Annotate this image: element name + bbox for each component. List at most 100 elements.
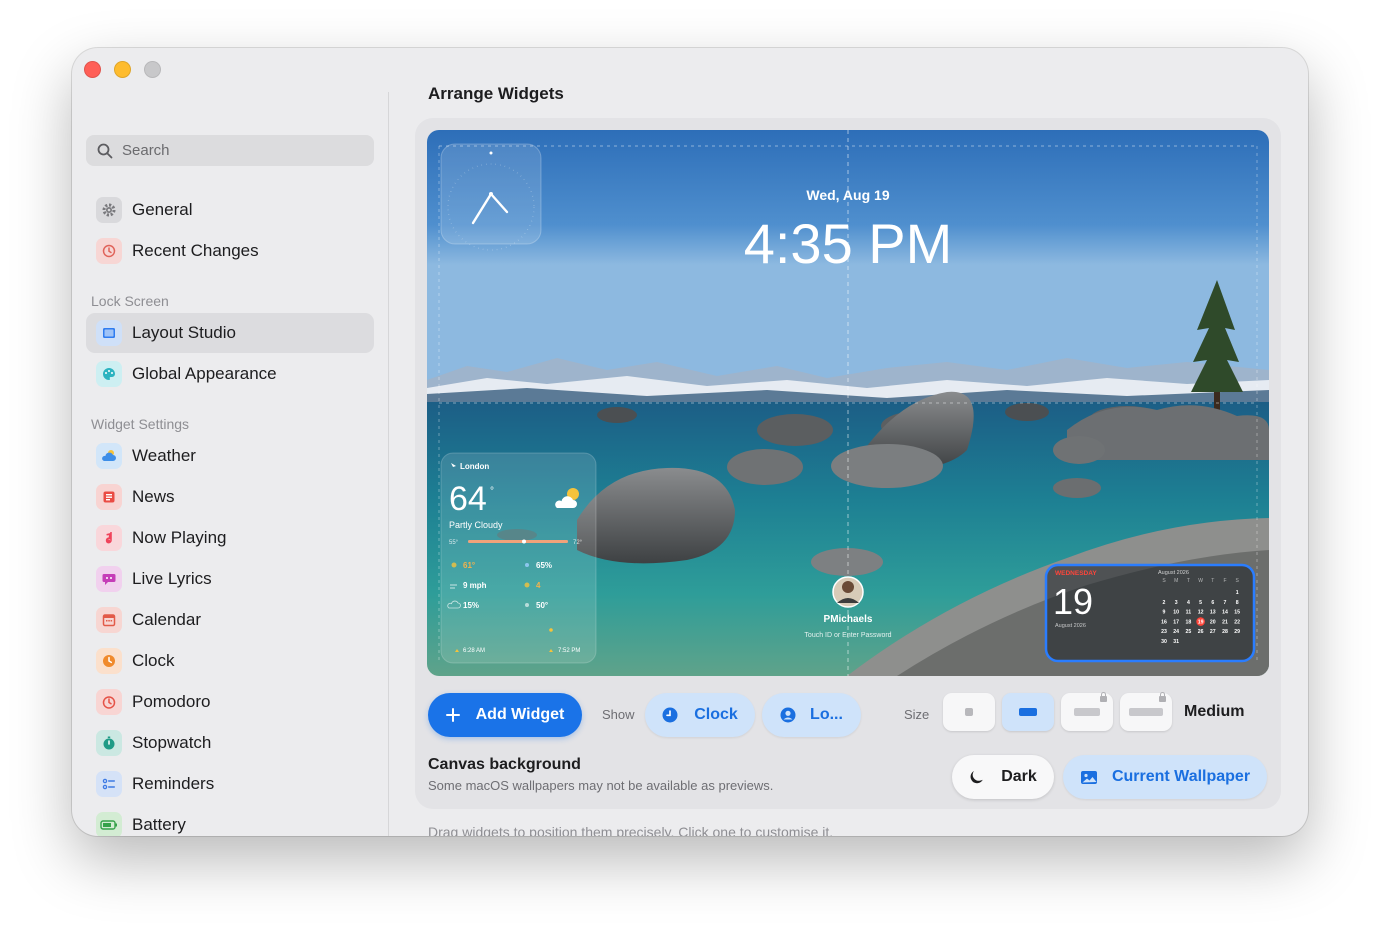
sidebar-item-now-playing[interactable]: Now Playing xyxy=(86,518,374,558)
calendar-date: 7 xyxy=(1224,600,1227,606)
weather-precip: 15% xyxy=(463,601,479,610)
page-title: Arrange Widgets xyxy=(428,84,564,103)
calendar-date: 9 xyxy=(1163,610,1166,616)
plus-icon xyxy=(445,708,460,722)
sidebar-item-label: Live Lyrics xyxy=(132,569,212,588)
user-name: PMichaels xyxy=(824,614,873,625)
sidebar-item-stopwatch[interactable]: Stopwatch xyxy=(86,723,374,763)
clock-widget[interactable] xyxy=(440,143,542,251)
search-placeholder: Search xyxy=(122,142,170,159)
calendar-date: 20 xyxy=(1210,619,1216,625)
search-icon xyxy=(97,143,113,158)
sidebar-divider xyxy=(388,92,389,836)
sidebar-item-layout-studio[interactable]: Layout Studio xyxy=(86,313,374,353)
calendar-date: 2 xyxy=(1163,600,1166,606)
lock-date: Wed, Aug 19 xyxy=(806,187,889,203)
calendar-date: 21 xyxy=(1222,619,1228,625)
sidebar-item-label: Now Playing xyxy=(132,528,227,547)
gear-icon xyxy=(96,197,122,223)
sidebar-item-weather[interactable]: Weather xyxy=(86,436,374,476)
arrange-panel: Wed, Aug 19 4:35 PM London 64 ° Partly C… xyxy=(415,118,1281,809)
current-wallpaper-button[interactable]: Current Wallpaper xyxy=(1063,755,1267,799)
sidebar-item-global-appearance[interactable]: Global Appearance xyxy=(86,354,374,394)
stopwatch-icon xyxy=(96,730,122,756)
calendar-date: 29 xyxy=(1234,629,1240,635)
calendar-date: 31 xyxy=(1173,639,1179,645)
size-small-button[interactable] xyxy=(943,693,995,731)
calendar-date: 8 xyxy=(1236,600,1239,606)
dark-label: Dark xyxy=(1001,768,1037,785)
calendar-date: 30 xyxy=(1161,639,1167,645)
footer-note: Drag widgets to position them precisely.… xyxy=(428,824,834,836)
lyrics-icon xyxy=(96,566,122,592)
calendar-date: 26 xyxy=(1198,629,1204,635)
sidebar-item-general[interactable]: General xyxy=(86,190,374,230)
weather-uv: 4 xyxy=(536,581,541,590)
weather-widget[interactable]: London 64 ° Partly Cloudy 55° 72° 61° 65… xyxy=(440,452,597,664)
sidebar-item-recent-changes[interactable]: Recent Changes xyxy=(86,231,374,271)
calendar-widget[interactable]: WEDNESDAY 19 August 2026 August 2026 SMT… xyxy=(1044,563,1256,663)
show-login-button[interactable]: Lo... xyxy=(762,693,861,737)
moon-icon xyxy=(970,771,984,784)
sidebar-item-label: Battery xyxy=(132,815,186,834)
sidebar-item-live-lyrics[interactable]: Live Lyrics xyxy=(86,559,374,599)
calendar-date: 22 xyxy=(1234,619,1240,625)
checklist-icon xyxy=(96,771,122,797)
calendar-date: 19 xyxy=(1198,619,1204,625)
calendar-date: 23 xyxy=(1161,629,1167,635)
calendar-weekday-header: T xyxy=(1187,578,1190,584)
calendar-date: 1 xyxy=(1236,590,1239,596)
show-clock-button[interactable]: Clock xyxy=(645,693,755,737)
sidebar-item-label: Clock xyxy=(132,651,175,670)
calendar-weekday: WEDNESDAY xyxy=(1055,570,1097,577)
weather-icon xyxy=(96,443,122,469)
calendar-date: 13 xyxy=(1210,610,1216,616)
calendar-date: 16 xyxy=(1161,619,1167,625)
user-hint: Touch ID or Enter Password xyxy=(804,632,891,639)
section-header-widget-settings: Widget Settings xyxy=(91,416,190,432)
sidebar-item-pomodoro[interactable]: Pomodoro xyxy=(86,682,374,722)
dark-background-button[interactable]: Dark xyxy=(952,755,1054,799)
lock-screen-preview[interactable]: Wed, Aug 19 4:35 PM London 64 ° Partly C… xyxy=(427,130,1269,676)
user-circle-icon xyxy=(780,707,796,723)
sidebar: Search General Recent Changes Lock Scree… xyxy=(72,48,388,836)
size-extra-large-button[interactable] xyxy=(1120,692,1172,731)
search-input[interactable]: Search xyxy=(86,135,374,166)
add-widget-button[interactable]: Add Widget xyxy=(428,693,582,737)
size-medium-glyph xyxy=(1019,708,1037,716)
calendar-weekday-header: W xyxy=(1198,578,1203,584)
weather-feels: 61° xyxy=(463,561,475,570)
sidebar-item-news[interactable]: News xyxy=(86,477,374,517)
sidebar-item-clock[interactable]: Clock xyxy=(86,641,374,681)
weather-wind: 9 mph xyxy=(463,581,487,590)
sidebar-item-label: Weather xyxy=(132,446,196,465)
calendar-icon xyxy=(96,607,122,633)
size-large-button[interactable] xyxy=(1061,692,1113,731)
sidebar-item-battery[interactable]: Battery xyxy=(86,805,374,836)
sidebar-item-label: Pomodoro xyxy=(132,692,211,711)
weather-temp: 64 xyxy=(449,480,487,518)
calendar-date: 18 xyxy=(1186,619,1192,625)
sidebar-item-reminders[interactable]: Reminders xyxy=(86,764,374,804)
weather-city: London xyxy=(460,462,489,471)
history-icon xyxy=(96,238,122,264)
show-clock-label: Clock xyxy=(694,706,738,723)
add-widget-label: Add Widget xyxy=(475,706,565,723)
calendar-date: 27 xyxy=(1210,629,1216,635)
calendar-date: 5 xyxy=(1199,600,1202,606)
layout-icon xyxy=(96,320,122,346)
sidebar-item-label: Recent Changes xyxy=(132,241,259,260)
sidebar-item-calendar[interactable]: Calendar xyxy=(86,600,374,640)
app-window: Search General Recent Changes Lock Scree… xyxy=(72,48,1308,836)
canvas-background-subtitle: Some macOS wallpapers may not be availab… xyxy=(428,778,774,793)
weather-high: 72° xyxy=(573,540,583,546)
calendar-date: 25 xyxy=(1186,629,1192,635)
sidebar-item-label: Global Appearance xyxy=(132,364,277,383)
palette-icon xyxy=(96,361,122,387)
size-medium-button[interactable] xyxy=(1002,693,1054,731)
sidebar-item-label: General xyxy=(132,200,193,219)
sidebar-item-label: Stopwatch xyxy=(132,733,212,752)
canvas-background-title: Canvas background xyxy=(428,756,581,773)
calendar-date: 24 xyxy=(1173,629,1179,635)
weather-degree: ° xyxy=(490,486,494,497)
